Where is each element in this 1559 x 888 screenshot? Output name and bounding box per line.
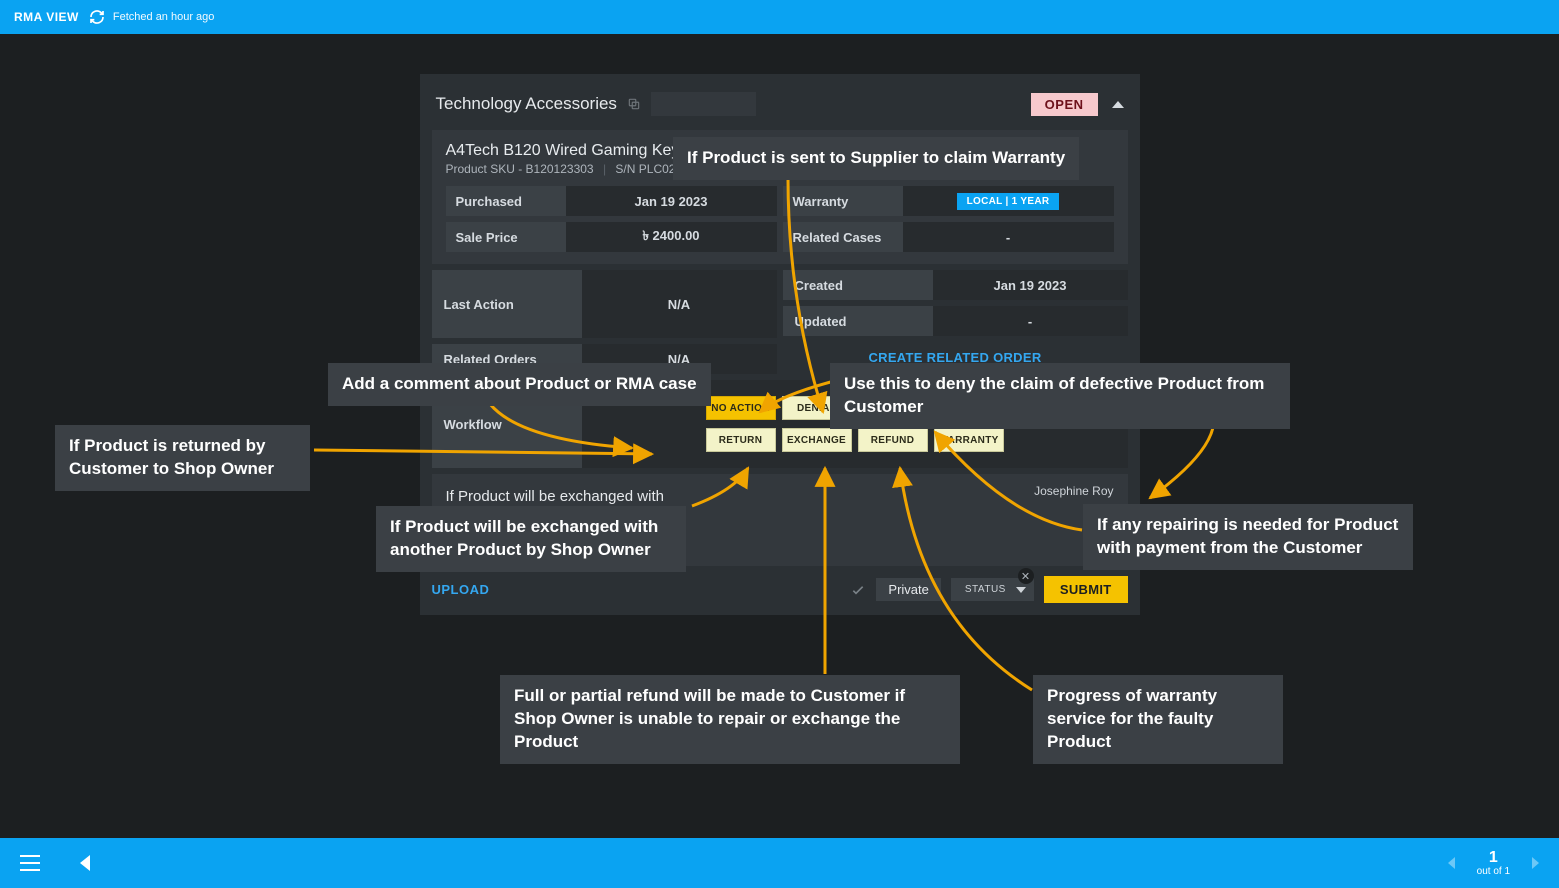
callout-return: If Product is returned by Customer to Sh… [55, 425, 310, 491]
clear-icon[interactable]: ✕ [1018, 568, 1034, 584]
workflow-exchange[interactable]: EXCHANGE [782, 428, 852, 452]
workflow-refund[interactable]: REFUND [858, 428, 928, 452]
chevron-down-icon [1016, 587, 1026, 593]
panel-header: Technology Accessories OPEN [432, 86, 1128, 130]
relatedcases-value: - [903, 222, 1114, 252]
search-input[interactable] [651, 92, 756, 116]
product-sku: Product SKU - B120123303 [446, 162, 594, 176]
purchased-row: Purchased Jan 19 2023 [446, 186, 777, 216]
submit-button[interactable]: SUBMIT [1044, 576, 1128, 603]
page-prev[interactable] [1448, 857, 1455, 869]
lastaction-row: Last Action N/A [432, 270, 777, 338]
workflow-noaction[interactable]: NO ACTION [706, 396, 776, 420]
callout-refund: Full or partial refund will be made to C… [500, 675, 960, 764]
relatedcases-row: Related Cases - [783, 222, 1114, 252]
updated-row: Updated - [783, 306, 1128, 336]
secondary-rows: Last Action N/A Related Orders N/A Creat… [432, 270, 1128, 374]
back-icon[interactable] [80, 855, 90, 871]
refresh-icon[interactable] [89, 9, 105, 25]
created-row: Created Jan 19 2023 [783, 270, 1128, 300]
lastaction-label: Last Action [432, 270, 582, 338]
purchased-label: Purchased [446, 186, 566, 216]
bottombar: 1 out of 1 [0, 838, 1559, 888]
callout-service: If any repairing is needed for Product w… [1083, 504, 1413, 570]
relatedcases-label: Related Cases [783, 222, 903, 252]
saleprice-label: Sale Price [446, 222, 566, 252]
category-title: Technology Accessories [436, 94, 617, 114]
saleprice-value: ৳ 2400.00 [566, 222, 777, 252]
callout-exchange: If Product will be exchanged with anothe… [376, 506, 686, 572]
callout-denial: Use this to deny the claim of defective … [830, 363, 1290, 429]
callout-comment: Add a comment about Product or RMA case [328, 363, 711, 406]
warranty-value: LOCAL | 1 YEAR [903, 186, 1114, 216]
action-row: UPLOAD Private STATUS ✕ SUBMIT [432, 576, 1128, 603]
callout-supplier: If Product is sent to Supplier to claim … [673, 137, 1079, 180]
warranty-pill: LOCAL | 1 YEAR [957, 193, 1060, 210]
warranty-row: Warranty LOCAL | 1 YEAR [783, 186, 1114, 216]
menu-icon[interactable] [20, 855, 40, 871]
workflow-warranty[interactable]: WARRANTY [934, 428, 1004, 452]
private-toggle[interactable]: Private [876, 578, 940, 601]
saleprice-row: Sale Price ৳ 2400.00 [446, 222, 777, 252]
workflow-return[interactable]: RETURN [706, 428, 776, 452]
callout-warranty: Progress of warranty service for the fau… [1033, 675, 1283, 764]
page-of: out of 1 [1477, 866, 1510, 877]
updated-label: Updated [783, 306, 933, 336]
copy-icon[interactable] [627, 97, 641, 111]
upload-button[interactable]: UPLOAD [432, 582, 490, 597]
lastaction-value: N/A [582, 270, 777, 338]
status-badge[interactable]: OPEN [1031, 93, 1098, 116]
warranty-label: Warranty [783, 186, 903, 216]
created-label: Created [783, 270, 933, 300]
collapse-icon[interactable] [1112, 101, 1124, 108]
page-number: 1 [1489, 849, 1498, 867]
updated-value: - [933, 306, 1128, 336]
page-title: RMA VIEW [14, 10, 79, 24]
created-value: Jan 19 2023 [933, 270, 1128, 300]
page-next[interactable] [1532, 857, 1539, 869]
check-icon[interactable] [850, 582, 866, 598]
pager: 1 out of 1 [1448, 849, 1539, 878]
fetched-text: Fetched an hour ago [113, 11, 215, 23]
comment-author: Josephine Roy [1034, 484, 1113, 498]
topbar: RMA VIEW Fetched an hour ago [0, 0, 1559, 34]
purchased-value: Jan 19 2023 [566, 186, 777, 216]
